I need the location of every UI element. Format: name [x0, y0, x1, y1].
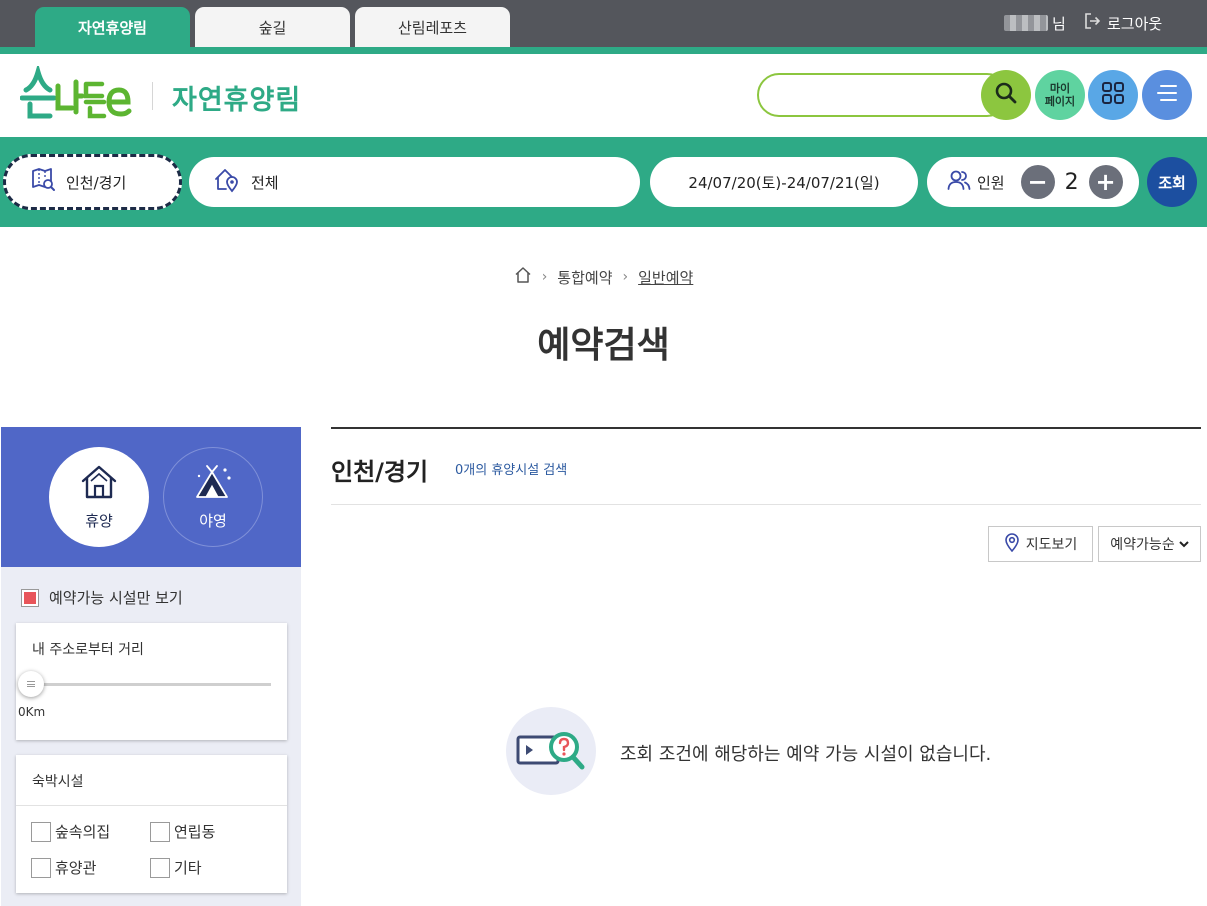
- type-recreation-label: 휴양: [85, 511, 113, 530]
- results-top-border: [331, 427, 1201, 429]
- my-page-button[interactable]: 마이 페이지: [1035, 70, 1085, 120]
- header-divider: [152, 82, 153, 110]
- lodging-option-forest-house[interactable]: 숲속의집: [31, 821, 110, 842]
- tab-forest-leisure-sports[interactable]: 산림레포츠: [355, 7, 510, 48]
- page-title: 예약검색: [537, 325, 670, 366]
- distance-value: 0Km: [18, 705, 46, 719]
- lodging-option-label: 연립동: [174, 823, 216, 841]
- people-count: 2: [1064, 169, 1079, 195]
- distance-filter-title: 내 주소로부터 거리: [32, 642, 144, 658]
- lookup-button[interactable]: 조회: [1147, 157, 1197, 207]
- no-results-icon: [506, 707, 596, 795]
- available-only-label: 예약가능 시설만 보기: [49, 589, 183, 607]
- map-view-label: 지도보기: [1025, 537, 1078, 553]
- lodging-option-recreation-hall[interactable]: 휴양관: [31, 857, 96, 878]
- checkbox[interactable]: [150, 857, 170, 878]
- tent-icon: [193, 464, 233, 504]
- available-only-checkbox[interactable]: [21, 588, 39, 607]
- breadcrumb-general-reservation[interactable]: 일반예약: [638, 267, 693, 288]
- no-results-message: 조회 조건에 해당하는 예약 가능 시설이 없습니다.: [620, 744, 992, 765]
- mypage-label-line2: 페이지: [1044, 95, 1076, 108]
- map-book-icon: [30, 167, 56, 197]
- hamburger-icon: [1156, 84, 1178, 106]
- distance-slider-handle[interactable]: [18, 671, 44, 697]
- region-selector[interactable]: 인천/경기: [3, 154, 182, 210]
- grip-icon: [27, 681, 35, 687]
- facility-type-panel: 휴양 야영: [1, 427, 301, 567]
- all-services-button[interactable]: [1088, 70, 1138, 120]
- distance-slider-track[interactable]: [32, 683, 271, 686]
- people-counter: 인원 − 2 +: [927, 157, 1139, 207]
- logout-icon: [1083, 12, 1101, 34]
- type-recreation-button[interactable]: 휴양: [49, 447, 149, 547]
- area-value: 전체: [251, 173, 279, 192]
- sort-order-value: 예약가능순: [1110, 537, 1175, 553]
- lodging-option-other[interactable]: 기타: [150, 857, 202, 878]
- logout-link[interactable]: 로그아웃: [1083, 12, 1162, 34]
- search-icon: [994, 81, 1018, 109]
- results-region-title: 인천/경기: [331, 458, 429, 486]
- breadcrumb-separator: ›: [622, 269, 629, 285]
- lodging-filter-card: 숙박시설 숲속의집 연립동 휴양관 기타: [16, 755, 287, 893]
- tab-nature-recreation-forest[interactable]: 자연휴양림: [35, 7, 190, 48]
- site-header: 자연휴양림 마이 페이지: [0, 54, 1207, 137]
- home-icon[interactable]: [514, 266, 532, 288]
- top-tab-bar: 자연휴양림 숲길 산림레포츠 님 로그아웃: [0, 0, 1207, 54]
- lodging-option-label: 휴양관: [55, 859, 97, 877]
- area-selector[interactable]: 전체: [189, 157, 640, 207]
- results-count: 0개의 휴양시설 검색: [455, 463, 568, 478]
- site-title: 자연휴양림: [172, 85, 302, 116]
- house-icon: [80, 464, 118, 504]
- search-box: [757, 73, 1009, 117]
- house-location-icon: [213, 167, 241, 197]
- search-button[interactable]: [981, 70, 1031, 120]
- increase-people-button[interactable]: +: [1088, 165, 1123, 199]
- results-divider: [331, 504, 1201, 505]
- map-view-button[interactable]: 지도보기: [988, 526, 1093, 562]
- checked-mark: [24, 591, 36, 604]
- lodging-option-label: 숲속의집: [55, 823, 111, 841]
- region-value: 인천/경기: [66, 173, 127, 192]
- menu-button[interactable]: [1142, 70, 1192, 120]
- site-logo[interactable]: [19, 62, 132, 122]
- available-only-toggle[interactable]: 예약가능 시설만 보기: [21, 587, 183, 608]
- search-input[interactable]: [777, 75, 977, 115]
- logout-label: 로그아웃: [1107, 14, 1163, 33]
- type-camping-button[interactable]: 야영: [163, 447, 263, 547]
- people-icon: [947, 169, 971, 195]
- breadcrumb: › 통합예약 › 일반예약: [0, 266, 1207, 288]
- distance-filter-card: 내 주소로부터 거리 0Km: [16, 623, 287, 740]
- decrease-people-button[interactable]: −: [1020, 165, 1055, 199]
- tab-forest-trail[interactable]: 숲길: [195, 7, 350, 48]
- lodging-option-label: 기타: [174, 859, 202, 877]
- breadcrumb-separator: ›: [541, 269, 548, 285]
- lodging-filter-title: 숙박시설: [32, 774, 84, 790]
- chevron-down-icon: [1178, 536, 1189, 552]
- checkbox[interactable]: [31, 821, 51, 842]
- checkbox[interactable]: [150, 821, 170, 842]
- grid-icon: [1101, 81, 1125, 109]
- user-greeting: 님: [1004, 12, 1066, 34]
- breadcrumb-integrated-reservation[interactable]: 통합예약: [557, 267, 612, 288]
- filter-sidebar: 휴양 야영 예약가능 시설만 보기 내 주소로부터 거리 0Km 숙박시설 숲속…: [1, 427, 301, 906]
- date-range-selector[interactable]: 24/07/20(토)-24/07/21(일): [650, 157, 918, 207]
- people-label: 인원: [977, 173, 1005, 192]
- tab-bar-accent-line: [0, 47, 1207, 54]
- checkbox[interactable]: [31, 857, 51, 878]
- type-camping-label: 야영: [199, 511, 227, 530]
- lodging-divider: [16, 805, 287, 806]
- blurred-username: [1004, 15, 1048, 31]
- mypage-label-line1: 마이: [1049, 82, 1071, 95]
- reservation-filter-bar: 인천/경기 전체 24/07/20(토)-24/07/21(일) 인원 − 2 …: [0, 137, 1207, 227]
- sort-order-select[interactable]: 예약가능순: [1098, 526, 1201, 562]
- date-range-value: 24/07/20(토)-24/07/21(일): [688, 173, 880, 192]
- lodging-option-row-house[interactable]: 연립동: [150, 821, 215, 842]
- user-suffix: 님: [1052, 14, 1066, 33]
- map-pin-icon: [1004, 532, 1020, 556]
